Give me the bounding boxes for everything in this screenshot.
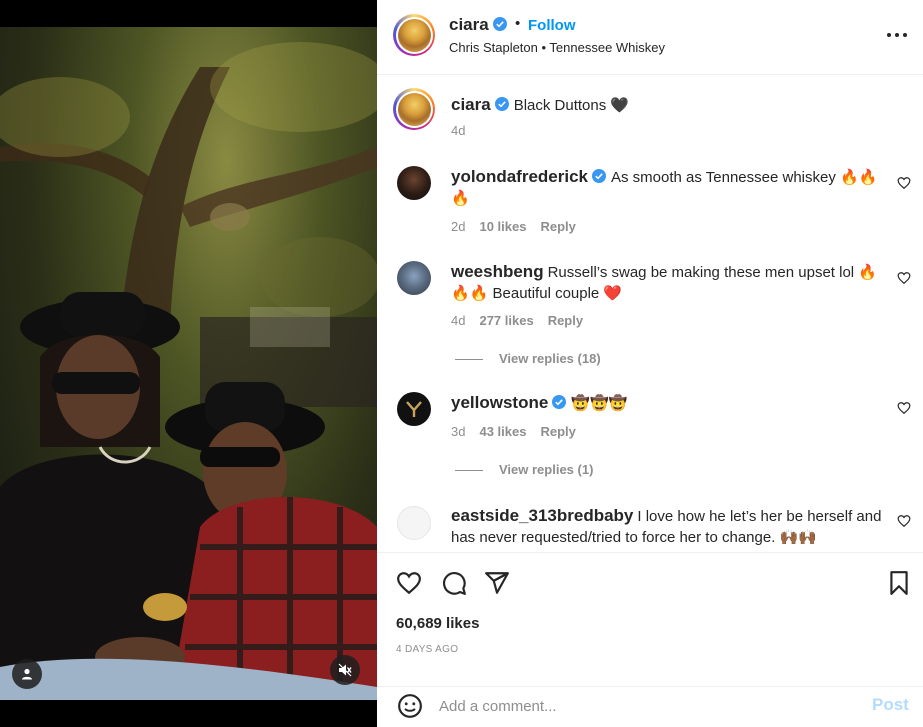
mute-button[interactable] — [330, 655, 360, 685]
comment-body: 🤠🤠🤠 — [571, 395, 628, 412]
comment-avatar[interactable] — [397, 166, 431, 200]
verified-badge-icon — [552, 395, 567, 409]
caption-body: Black Duttons 🖤 — [513, 97, 630, 114]
comment-age: 2d — [451, 219, 466, 234]
post-photo — [0, 27, 377, 700]
comment-icon[interactable] — [441, 570, 467, 596]
comment-meta: 2d 10 likes Reply — [451, 219, 590, 234]
comment-username[interactable]: yolondafrederick — [451, 167, 588, 186]
heart-icon[interactable] — [396, 570, 422, 596]
post-media[interactable] — [0, 0, 377, 727]
emoji-icon[interactable] — [397, 693, 423, 719]
heart-icon[interactable] — [897, 176, 911, 190]
audio-track-link[interactable]: Chris Stapleton • Tennessee Whiskey — [449, 40, 665, 55]
view-replies-button[interactable]: View replies (18) — [455, 351, 601, 366]
tagged-user-button[interactable] — [12, 659, 42, 689]
comment-text: yolondafrederick As smooth as Tennessee w… — [451, 166, 886, 209]
author-username[interactable]: ciara — [449, 15, 489, 34]
heart-icon[interactable] — [897, 401, 911, 415]
caption-meta: 4d — [451, 123, 479, 138]
comment-likes[interactable]: 277 likes — [479, 313, 533, 328]
comment-username[interactable]: weeshbeng — [451, 262, 544, 281]
author-username-row[interactable]: ciara — [449, 15, 507, 35]
comment-age: 3d — [451, 424, 466, 439]
comment-username[interactable]: eastside_313bredbaby — [451, 506, 633, 525]
comment-age: 4d — [451, 313, 466, 328]
post-panel: ciara • Follow Chris Stapleton • Tenness… — [377, 0, 923, 727]
audio-muted-icon — [338, 663, 352, 677]
view-replies-label: View replies (1) — [499, 462, 594, 477]
add-comment-bar: Post — [377, 686, 923, 727]
bookmark-icon[interactable] — [886, 570, 912, 596]
post-comment-button[interactable]: Post — [872, 695, 909, 715]
comment-text: weeshbeng Russell’s swag be making these … — [451, 261, 886, 304]
author-avatar[interactable] — [393, 14, 435, 56]
comments-list[interactable]: ciara Black Duttons 🖤 4d yolondafrederick… — [377, 76, 923, 551]
view-replies-button[interactable]: View replies (1) — [455, 462, 593, 477]
comment-meta: 3d 43 likes Reply — [451, 424, 590, 439]
replies-divider — [455, 470, 483, 472]
caption-text: ciara Black Duttons 🖤 — [451, 94, 886, 116]
verified-badge-icon — [492, 17, 507, 31]
follow-button[interactable]: Follow — [528, 17, 576, 34]
view-replies-label: View replies (18) — [499, 351, 601, 366]
send-icon[interactable] — [484, 570, 510, 596]
caption-age: 4d — [451, 123, 466, 138]
user-icon — [22, 668, 32, 680]
verified-badge-icon — [592, 169, 606, 183]
heart-icon[interactable] — [897, 271, 911, 285]
reply-button[interactable]: Reply — [540, 219, 575, 234]
comment-username[interactable]: yellowstone — [451, 393, 548, 412]
comment-avatar[interactable] — [397, 392, 431, 426]
comment-text: yellowstone 🤠🤠🤠 — [451, 392, 886, 414]
comment-likes[interactable]: 43 likes — [479, 424, 526, 439]
caption-username[interactable]: ciara — [451, 95, 491, 114]
likes-count[interactable]: 60,689 likes — [396, 615, 479, 632]
yellowstone-logo-icon — [406, 401, 422, 417]
replies-divider — [455, 359, 483, 361]
post-date[interactable]: 4 DAYS AGO — [396, 644, 458, 655]
comment-input[interactable] — [439, 694, 839, 718]
comment-meta: 4d 277 likes Reply — [451, 313, 597, 328]
comment-text: eastside_313bredbaby I love how he let’s … — [451, 505, 886, 548]
reply-button[interactable]: Reply — [540, 424, 575, 439]
more-options-icon[interactable] — [885, 25, 909, 45]
reply-button[interactable]: Reply — [548, 313, 583, 328]
comment-avatar[interactable] — [397, 506, 431, 540]
header-separator: • — [515, 15, 521, 32]
comment-likes[interactable]: 10 likes — [479, 219, 526, 234]
heart-icon[interactable] — [897, 514, 911, 528]
comment-avatar[interactable] — [397, 261, 431, 295]
verified-badge-icon — [494, 97, 509, 111]
caption-avatar[interactable] — [393, 88, 435, 130]
post-actions: 60,689 likes 4 DAYS AGO — [377, 552, 923, 687]
post-header: ciara • Follow Chris Stapleton • Tenness… — [377, 0, 923, 75]
